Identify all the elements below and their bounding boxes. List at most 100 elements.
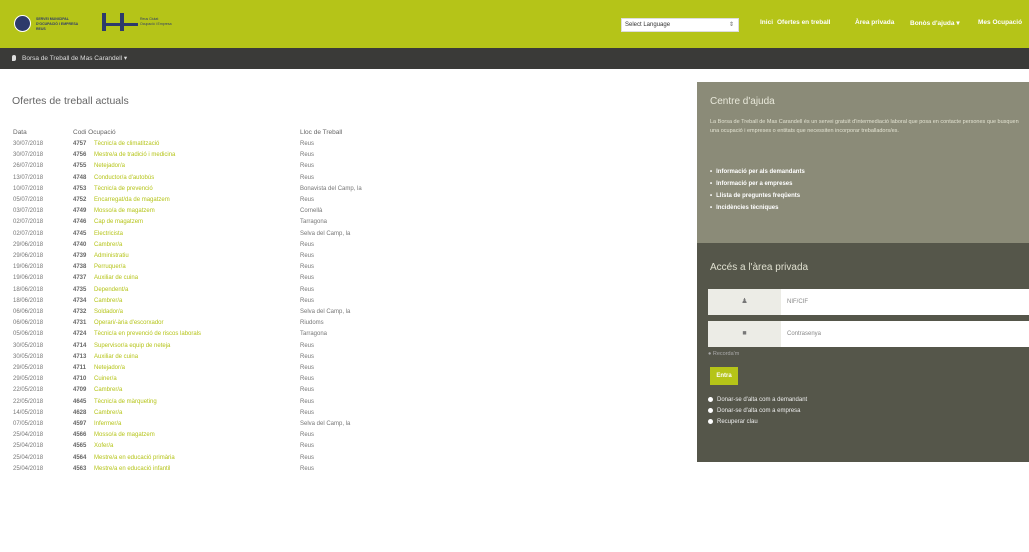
offer-place: Reus <box>300 297 315 304</box>
language-select[interactable]: Select Language ⇕ <box>621 18 739 32</box>
recover-password-link[interactable]: Recuperar clau <box>708 417 807 428</box>
lock-icon: ■ <box>708 321 781 347</box>
logo-bar-icon <box>102 13 106 31</box>
user-field[interactable]: ♟ NIF/CIF <box>708 289 1029 315</box>
offer-occupation-link[interactable]: Tècnic/a de climatització <box>94 141 159 147</box>
offer-code: 4711 <box>73 365 87 371</box>
offer-place: Reus <box>300 409 315 416</box>
remember-me-checkbox[interactable]: ● Recorda'm <box>708 351 739 357</box>
offer-code: 4739 <box>73 253 87 259</box>
offer-date: 26/07/2018 <box>13 163 44 170</box>
offer-code: 4566 <box>73 432 87 439</box>
offer-occupation-link[interactable]: Electricista <box>94 231 123 237</box>
offer-date: 22/05/2018 <box>13 387 44 394</box>
offer-date: 25/04/2018 <box>13 465 44 472</box>
offer-occupation-link[interactable]: Mestre/a en educació primària <box>94 455 175 461</box>
language-select-value: Select Language <box>625 22 671 28</box>
offer-place: Tarragona <box>300 331 328 338</box>
offer-occupation-link[interactable]: Mestre/a en educació infantil <box>94 466 170 472</box>
help-link-incidencies[interactable]: Incidències tècniques <box>710 202 805 214</box>
offer-occupation-link[interactable]: Tècnic/a en prevenció de riscos laborals <box>94 331 201 337</box>
offer-occupation-link[interactable]: Auxiliar de cuina <box>94 354 138 360</box>
offer-place: Reus <box>300 398 315 405</box>
offer-occupation-link[interactable]: Conductor/a d'autobús <box>94 175 154 181</box>
offer-place: Reus <box>300 286 315 293</box>
offer-code: 4753 <box>73 185 87 192</box>
offer-occupation-link[interactable]: Soldador/a <box>94 309 123 315</box>
help-link-faq[interactable]: Llista de preguntes freqüents <box>710 190 805 202</box>
offer-occupation-link[interactable]: Operari/-ària d'escorxador <box>94 320 164 326</box>
offer-place: Cornellà <box>300 208 323 215</box>
offer-code: 4597 <box>73 421 87 427</box>
offer-date: 29/05/2018 <box>13 376 44 383</box>
offer-occupation-link[interactable]: Mosso/a de magatzem <box>94 432 155 438</box>
offer-place: Reus <box>300 197 315 203</box>
offer-date: 10/07/2018 <box>13 185 44 192</box>
offer-occupation-link[interactable]: Mosso/a de magatzem <box>94 208 155 214</box>
offer-occupation-link[interactable]: Cambrer/a <box>94 242 122 248</box>
offer-code: 4740 <box>73 241 87 248</box>
nav-inici[interactable]: Inici <box>760 19 773 26</box>
nav-ofertes[interactable]: Ofertes en treball <box>777 19 830 26</box>
offer-date: 19/06/2018 <box>13 264 44 271</box>
password-field[interactable]: ■ Contrasenya <box>708 321 1029 347</box>
offer-occupation-link[interactable]: Mestre/a de tradició i medicina <box>94 152 175 158</box>
offer-code: 4713 <box>73 353 87 360</box>
offer-date: 05/06/2018 <box>13 331 44 338</box>
offer-occupation-link[interactable]: Dependent/a <box>94 287 128 293</box>
offer-date: 19/06/2018 <box>13 275 44 282</box>
offer-occupation-link[interactable]: Netejador/a <box>94 163 125 169</box>
offer-date: 30/07/2018 <box>13 141 44 147</box>
offer-occupation-link[interactable]: Tècnic/a de màrqueting <box>94 399 157 405</box>
offer-date: 18/06/2018 <box>13 286 44 293</box>
nav-bonos-ajuda[interactable]: Bonòs d'ajuda ▾ <box>910 19 960 27</box>
logo1-line3: REUS <box>36 27 46 31</box>
offer-occupation-link[interactable]: Cambrer/a <box>94 410 122 416</box>
offer-occupation-link[interactable]: Infermer/a <box>94 421 121 427</box>
offer-date: 30/05/2018 <box>13 353 44 360</box>
offer-code: 4734 <box>73 297 87 304</box>
offer-occupation-link[interactable]: Encarregat/da de magatzem <box>94 197 170 203</box>
offer-code: 4732 <box>73 309 87 315</box>
register-company-link[interactable]: Donar-se d'alta com a empresa <box>708 406 807 417</box>
offer-occupation-link[interactable]: Administratiu <box>94 253 129 259</box>
breadcrumb[interactable]: Borsa de Treball de Mas Carandell ▾ <box>12 54 127 62</box>
offer-place: Reus <box>300 264 315 271</box>
offer-occupation-link[interactable]: Supervisor/a equip de neteja <box>94 343 170 349</box>
login-button[interactable]: Entra <box>710 367 738 385</box>
column-header-occupation: Codi Ocupació <box>73 129 116 136</box>
column-header-date: Data <box>13 129 27 136</box>
offer-occupation-link[interactable]: Auxiliar de cuina <box>94 275 138 281</box>
offer-date: 25/04/2018 <box>13 443 44 450</box>
offer-place: Reus <box>300 465 315 472</box>
offer-occupation-link[interactable]: Netejador/a <box>94 365 125 371</box>
nav-mes-ocupacio[interactable]: Mes Ocupació <box>978 19 1022 26</box>
login-title: Accés a l'àrea privada <box>710 262 809 273</box>
nav-area-privada[interactable]: Àrea privada <box>855 19 894 26</box>
offer-occupation-link[interactable]: Xofer/a <box>94 443 113 449</box>
offer-date: 03/07/2018 <box>13 208 44 215</box>
offer-date: 30/07/2018 <box>13 152 44 159</box>
help-link-demandants[interactable]: Informació per als demandants <box>710 166 805 178</box>
help-link-empreses[interactable]: Informació per a empreses <box>710 178 805 190</box>
offer-occupation-link[interactable]: Tècnic/a de prevenció <box>94 186 153 192</box>
offer-code: 4752 <box>73 197 87 203</box>
help-text: La Borsa de Treball de Mas Carandell és … <box>710 119 1019 134</box>
register-jobseeker-link[interactable]: Donar-se d'alta com a demandant <box>708 395 807 406</box>
offer-code: 4565 <box>73 443 87 450</box>
offer-place: Reus <box>300 163 315 170</box>
offer-occupation-link[interactable]: Cambrer/a <box>94 298 122 304</box>
offer-code: 4737 <box>73 275 87 282</box>
offer-occupation-link[interactable]: Cambrer/a <box>94 387 122 393</box>
offer-date: 13/07/2018 <box>13 174 44 181</box>
offer-place: Reus <box>300 376 315 383</box>
offer-occupation-link[interactable]: Cap de magatzem <box>94 219 143 225</box>
offer-occupation-link[interactable]: Perruquer/a <box>94 264 126 270</box>
offer-occupation-link[interactable]: Cuiner/a <box>94 376 117 382</box>
offer-code: 4756 <box>73 152 87 159</box>
offer-date: 25/04/2018 <box>13 432 44 439</box>
municipal-logo[interactable]: SERVEI MUNICIPAL D'OCUPACIÓ I EMPRESA RE… <box>14 12 100 34</box>
page-title: Ofertes de treball actuals <box>12 95 129 107</box>
offer-code: 4628 <box>73 409 87 416</box>
ocupacio-logo[interactable]: Reus Ciutat Ocupació i Empresa <box>102 11 182 35</box>
